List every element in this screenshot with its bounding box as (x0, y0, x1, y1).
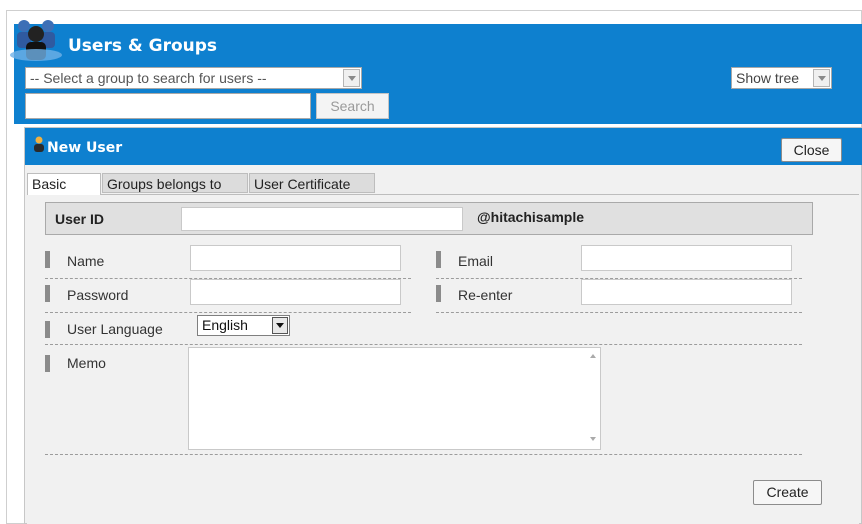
search-input[interactable] (25, 93, 311, 119)
field-marker (45, 321, 50, 338)
user-icon (34, 136, 44, 152)
password-field: Password (45, 279, 411, 313)
field-marker (436, 251, 441, 268)
field-marker (45, 251, 50, 268)
field-marker (45, 355, 50, 372)
name-label: Name (67, 253, 105, 269)
scroll-up-icon[interactable] (590, 354, 596, 358)
field-marker (45, 285, 50, 302)
user-language-field: User Language English (45, 315, 802, 345)
password-label: Password (67, 287, 129, 303)
close-button[interactable]: Close (781, 138, 842, 162)
show-tree-value: Show tree (736, 70, 800, 86)
user-language-select[interactable]: English (197, 315, 290, 336)
name-field: Name (45, 245, 411, 279)
domain-suffix: @hitachisample (477, 209, 585, 225)
password-input[interactable] (190, 279, 401, 305)
reenter-input[interactable] (581, 279, 792, 305)
field-marker (436, 285, 441, 302)
new-user-panel: New User Close Basic Groups belongs to U… (24, 127, 862, 524)
tab-user-certificate[interactable]: User Certificate (249, 173, 375, 193)
panel-title-bar: New User Close (25, 128, 862, 165)
show-tree-select[interactable]: Show tree (731, 67, 832, 89)
reenter-label: Re-enter (458, 287, 513, 303)
chevron-down-icon[interactable] (813, 69, 830, 87)
email-field: Email (436, 245, 802, 279)
email-label: Email (458, 253, 494, 269)
user-language-value: English (202, 317, 248, 333)
scroll-down-icon[interactable] (590, 437, 596, 441)
user-language-label: User Language (67, 321, 163, 337)
users-groups-icon (10, 20, 62, 61)
memo-field: Memo (45, 347, 802, 455)
name-input[interactable] (190, 245, 401, 271)
chevron-down-icon[interactable] (343, 69, 360, 87)
group-select-value: -- Select a group to search for users -- (30, 70, 267, 86)
user-id-input[interactable] (181, 207, 463, 231)
user-id-row: User ID @hitachisample (45, 202, 813, 235)
user-id-label: User ID (55, 211, 105, 227)
search-button[interactable]: Search (316, 93, 389, 119)
app-title: Users & Groups (68, 36, 218, 56)
group-select[interactable]: -- Select a group to search for users -- (25, 67, 362, 89)
panel-title: New User (47, 140, 123, 156)
create-button[interactable]: Create (753, 480, 822, 505)
chevron-down-icon[interactable] (272, 317, 288, 334)
memo-label: Memo (67, 355, 106, 371)
tab-groups-belongs-to[interactable]: Groups belongs to (102, 173, 248, 193)
memo-textarea[interactable] (188, 347, 601, 450)
email-input[interactable] (581, 245, 792, 271)
reenter-field: Re-enter (436, 279, 802, 313)
tab-basic[interactable]: Basic (27, 173, 101, 195)
